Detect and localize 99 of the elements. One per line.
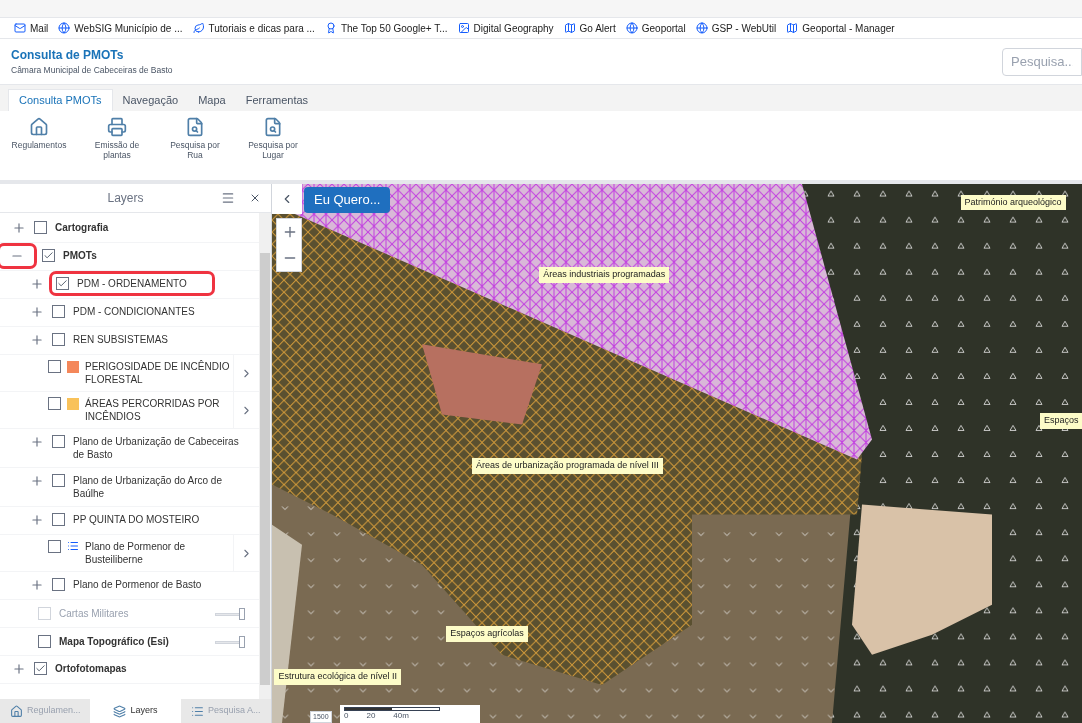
search-document-icon	[263, 117, 283, 137]
checkbox[interactable]	[56, 277, 69, 290]
panel-title: Layers	[106, 190, 145, 207]
bookmark-link[interactable]: Geoportal - Manager	[802, 20, 895, 36]
globe-icon[interactable]	[625, 22, 638, 34]
scale-tick: 0	[344, 711, 349, 721]
layer-label[interactable]: PMOTs	[63, 249, 97, 262]
scale-tick: 20	[366, 711, 376, 721]
checkbox[interactable]	[42, 249, 55, 262]
toolbar-button[interactable]: Pesquisa por Lugar	[244, 117, 302, 160]
menu-icon[interactable]	[221, 191, 235, 205]
toolbar-button-label[interactable]: Pesquisa por Lugar	[244, 140, 302, 160]
expand-icon[interactable]	[30, 435, 44, 449]
layer-label[interactable]: Plano de Pormenor de Busteiliberne	[85, 540, 233, 566]
toolbar-button-label[interactable]: Pesquisa por Rua	[166, 140, 224, 160]
toolbar-button-label[interactable]: Emissão de plantas	[88, 140, 146, 160]
bookmark-link[interactable]: Digital Geography	[473, 20, 554, 36]
layer-label[interactable]: REN SUBSISTEMAS	[73, 333, 169, 346]
checkbox[interactable]	[48, 397, 61, 410]
expand-icon[interactable]	[30, 474, 44, 488]
checkbox[interactable]	[52, 333, 65, 346]
scale-tick: 40m	[393, 711, 409, 721]
layer-label[interactable]: PERIGOSIDADE DE INCÊNDIO FLORESTAL	[85, 360, 233, 386]
layer-label[interactable]: Plano de Urbanização de Cabeceiras de Basto	[73, 435, 251, 461]
map-label: Áreas industriais programadas	[539, 267, 670, 283]
checkbox[interactable]	[52, 435, 65, 448]
layer-label[interactable]: Cartografia	[55, 221, 109, 234]
bookmark-link[interactable]: The Top 50 Google+ T...	[340, 20, 448, 36]
ribbon-tab[interactable]: Ferramentas	[235, 89, 319, 111]
home-icon	[9, 704, 23, 718]
panel-tab-label[interactable]: Layers	[130, 704, 158, 718]
checkbox[interactable]	[34, 662, 47, 675]
globe-icon[interactable]	[58, 22, 71, 34]
printer-icon	[107, 117, 127, 137]
app-title: Consulta de PMOTs	[11, 47, 125, 65]
checkbox[interactable]	[48, 360, 61, 373]
toolbar-button[interactable]: Regulamentos	[10, 117, 68, 150]
legend-icon	[67, 540, 79, 552]
globe-icon[interactable]	[695, 22, 708, 34]
zoom-in-icon[interactable]	[282, 224, 298, 240]
bookmark-link[interactable]: Tutoriais e dicas para ...	[208, 20, 315, 36]
scrollbar[interactable]	[259, 213, 271, 699]
home-icon	[29, 117, 49, 137]
checkbox[interactable]	[38, 635, 51, 648]
checkbox[interactable]	[52, 578, 65, 591]
checkbox[interactable]	[52, 305, 65, 318]
checkbox[interactable]	[34, 221, 47, 234]
search-field[interactable]: Pesquisa...	[1002, 47, 1082, 76]
expand-icon[interactable]	[12, 221, 26, 235]
toolbar-button[interactable]: Emissão de plantas	[88, 117, 146, 160]
map-icon[interactable]	[563, 22, 576, 34]
map-icon[interactable]	[786, 22, 799, 34]
check-icon	[57, 278, 68, 289]
bookmark-link[interactable]: Mail	[30, 20, 49, 36]
action-button[interactable]: Eu Quero...	[304, 187, 391, 213]
ribbon-tab[interactable]: Navegação	[112, 89, 189, 111]
layer-label[interactable]: PDM - CONDICIONANTES	[73, 305, 195, 318]
bookmark-link[interactable]: Go Alert	[579, 20, 616, 36]
list-icon	[191, 704, 205, 718]
mail-icon[interactable]	[14, 22, 26, 34]
toolbar-button-label[interactable]: Regulamentos	[11, 140, 67, 150]
layer-label[interactable]: Ortofotomapas	[55, 662, 127, 675]
expand-icon[interactable]	[30, 277, 44, 291]
bookmark-link[interactable]: WebSIG Município de ...	[74, 20, 183, 36]
expand-icon[interactable]	[30, 578, 44, 592]
layer-label[interactable]: Mapa Topográfico (Esi)	[59, 634, 207, 649]
check-icon	[43, 250, 54, 261]
checkbox[interactable]	[48, 540, 61, 553]
bookmark-link[interactable]: GSP - WebUtil	[711, 20, 777, 36]
toolbar-button[interactable]: Pesquisa por Rua	[166, 117, 224, 160]
check-icon	[35, 663, 46, 674]
expand-icon[interactable]	[30, 513, 44, 527]
expand-icon[interactable]	[30, 305, 44, 319]
layer-label[interactable]: PP QUINTA DO MOSTEIRO	[73, 513, 200, 526]
layer-label[interactable]: Plano de Urbanização do Arco de Baúlhe	[73, 474, 251, 500]
opacity-slider[interactable]	[215, 635, 245, 648]
panel-tab[interactable]: Layers	[90, 699, 181, 723]
expand-icon[interactable]	[30, 333, 44, 347]
checkbox[interactable]	[52, 513, 65, 526]
layer-label[interactable]: Plano de Pormenor de Basto	[73, 578, 202, 591]
expand-icon[interactable]	[12, 662, 26, 676]
layer-label[interactable]: ÁREAS PERCORRIDAS POR INCÊNDIOS	[85, 397, 233, 423]
award-icon[interactable]	[324, 22, 337, 34]
map-label: Áreas de urbanização programada de nível III	[472, 458, 663, 474]
bookmark-link[interactable]: Geoportal	[641, 20, 686, 36]
map-label: Espaços agrícolas	[446, 626, 528, 642]
checkbox[interactable]	[52, 474, 65, 487]
close-icon[interactable]	[249, 192, 261, 204]
opacity-slider[interactable]	[215, 607, 245, 620]
search-document-icon	[185, 117, 205, 137]
leaf-icon[interactable]	[192, 22, 205, 34]
ribbon-tab[interactable]: Consulta PMOTs	[8, 89, 113, 111]
layers-icon	[113, 704, 127, 718]
ribbon-tab[interactable]: Mapa	[188, 89, 236, 111]
image-icon[interactable]	[457, 22, 470, 34]
app-subtitle: Câmara Municipal de Cabeceiras de Basto	[11, 64, 173, 77]
map-label: Espaços	[1039, 413, 1082, 429]
map-label: Estrutura ecológica de nível II	[274, 669, 401, 685]
layer-label[interactable]: PDM - ORDENAMENTO	[77, 277, 187, 290]
